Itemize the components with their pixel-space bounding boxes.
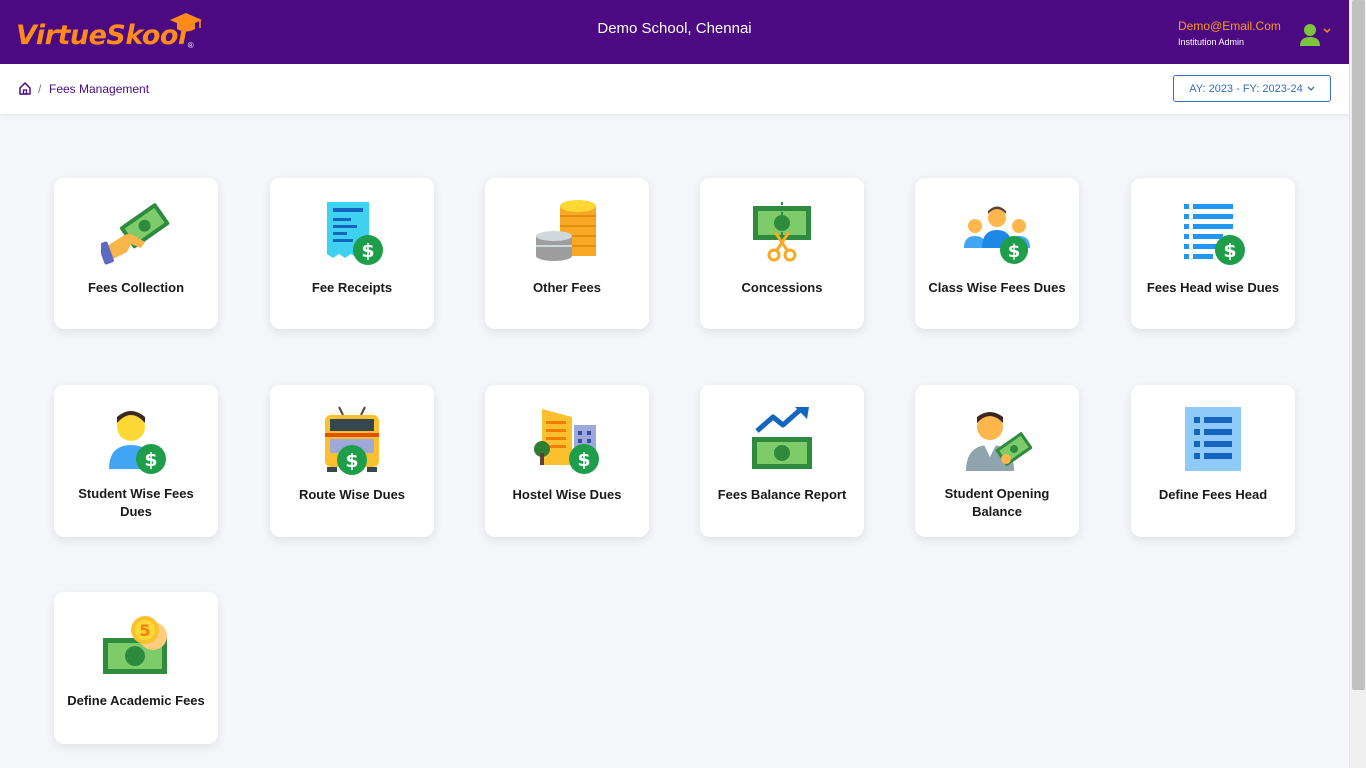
tile-label: Route Wise Dues xyxy=(298,487,406,502)
tile-label: Student Wise Fees Dues xyxy=(78,486,194,519)
receipt-dollar-icon: $ xyxy=(327,202,383,265)
tile-label: Fees Balance Report xyxy=(717,487,847,502)
scrollbar-thumb[interactable] xyxy=(1352,0,1365,690)
tile-other-fees[interactable]: Other Fees xyxy=(485,178,649,329)
coin-stack-icon xyxy=(536,200,596,261)
chevron-down-icon[interactable] xyxy=(1322,27,1332,35)
document-list-icon xyxy=(1185,407,1241,471)
user-email: Demo@Email.Com xyxy=(1178,19,1281,33)
list-dollar-icon: $ xyxy=(1184,204,1245,265)
tile-label: Student Opening Balance xyxy=(944,486,1050,519)
tile-label: Fee Receipts xyxy=(311,280,393,295)
hand-money-icon xyxy=(101,203,170,265)
chevron-down-icon xyxy=(1307,86,1315,91)
tile-label: Fees Head wise Dues xyxy=(1146,280,1280,295)
tile-fee-receipts[interactable]: $ Fee Receipts xyxy=(270,178,434,329)
tile-fees-head-wise-dues[interactable]: $ Fees Head wise Dues xyxy=(1131,178,1295,329)
tile-label: Class Wise Fees Dues xyxy=(928,280,1066,295)
tile-student-wise-fees-dues[interactable]: $ Student Wise Fees Dues xyxy=(54,385,218,537)
user-menu[interactable]: Demo@Email.Com Institution Admin xyxy=(1159,0,1349,64)
money-trend-icon xyxy=(752,407,812,469)
tile-label: Concessions xyxy=(741,280,823,295)
academic-year-value: AY: 2023 - FY: 2023-24 xyxy=(1189,82,1303,95)
tile-concessions[interactable]: Concessions xyxy=(700,178,864,329)
svg-text:$: $ xyxy=(144,449,157,471)
top-bar: VirtueSkool ® Demo School, Chennai Demo@… xyxy=(0,0,1349,64)
svg-text:$: $ xyxy=(345,450,358,472)
tile-student-opening-balance[interactable]: Student Opening Balance xyxy=(915,385,1079,537)
svg-text:$: $ xyxy=(1008,241,1021,262)
page-scrollbar[interactable] xyxy=(1349,0,1366,768)
tile-label: Hostel Wise Dues xyxy=(512,487,622,502)
cash-coins-icon: 5 xyxy=(103,616,167,674)
student-dollar-icon: $ xyxy=(109,411,166,474)
tile-label: Define Academic Fees xyxy=(67,693,205,708)
school-name: Demo School, Chennai xyxy=(597,20,752,37)
breadcrumb-separator: / xyxy=(38,82,42,96)
breadcrumb-bar: / Fees Management AY: 2023 - FY: 2023-24 xyxy=(0,64,1349,114)
academic-year-select[interactable]: AY: 2023 - FY: 2023-24 xyxy=(1173,75,1331,102)
tile-label: Define Fees Head xyxy=(1158,487,1268,502)
tile-fees-collection[interactable]: Fees Collection xyxy=(54,178,218,329)
tile-define-academic-fees[interactable]: 5 Define Academic Fees xyxy=(54,592,218,744)
svg-text:5: 5 xyxy=(139,621,150,640)
tile-class-wise-fees-dues[interactable]: $ Class Wise Fees Dues xyxy=(915,178,1079,329)
money-scissors-icon xyxy=(753,202,811,262)
tile-label: Other Fees xyxy=(533,280,601,295)
tile-define-fees-head[interactable]: Define Fees Head xyxy=(1131,385,1295,537)
home-icon[interactable] xyxy=(18,81,32,95)
person-money-icon xyxy=(966,412,1032,471)
bus-dollar-icon: $ xyxy=(325,406,379,475)
building-dollar-icon: $ xyxy=(534,409,599,474)
user-avatar-icon[interactable] xyxy=(1299,23,1321,47)
svg-text:$: $ xyxy=(577,449,590,471)
tile-hostel-wise-dues[interactable]: $ Hostel Wise Dues xyxy=(485,385,649,537)
tile-fees-balance-report[interactable]: Fees Balance Report xyxy=(700,385,864,537)
group-dollar-icon: $ xyxy=(964,206,1030,264)
logo-registered-mark: ® xyxy=(187,41,194,50)
breadcrumb-current[interactable]: Fees Management xyxy=(49,82,149,96)
user-role: Institution Admin xyxy=(1178,37,1245,47)
svg-text:$: $ xyxy=(361,240,374,262)
svg-text:$: $ xyxy=(1223,240,1236,262)
tile-label: Fees Collection xyxy=(87,280,185,295)
tile-route-wise-dues[interactable]: $ Route Wise Dues xyxy=(270,385,434,537)
